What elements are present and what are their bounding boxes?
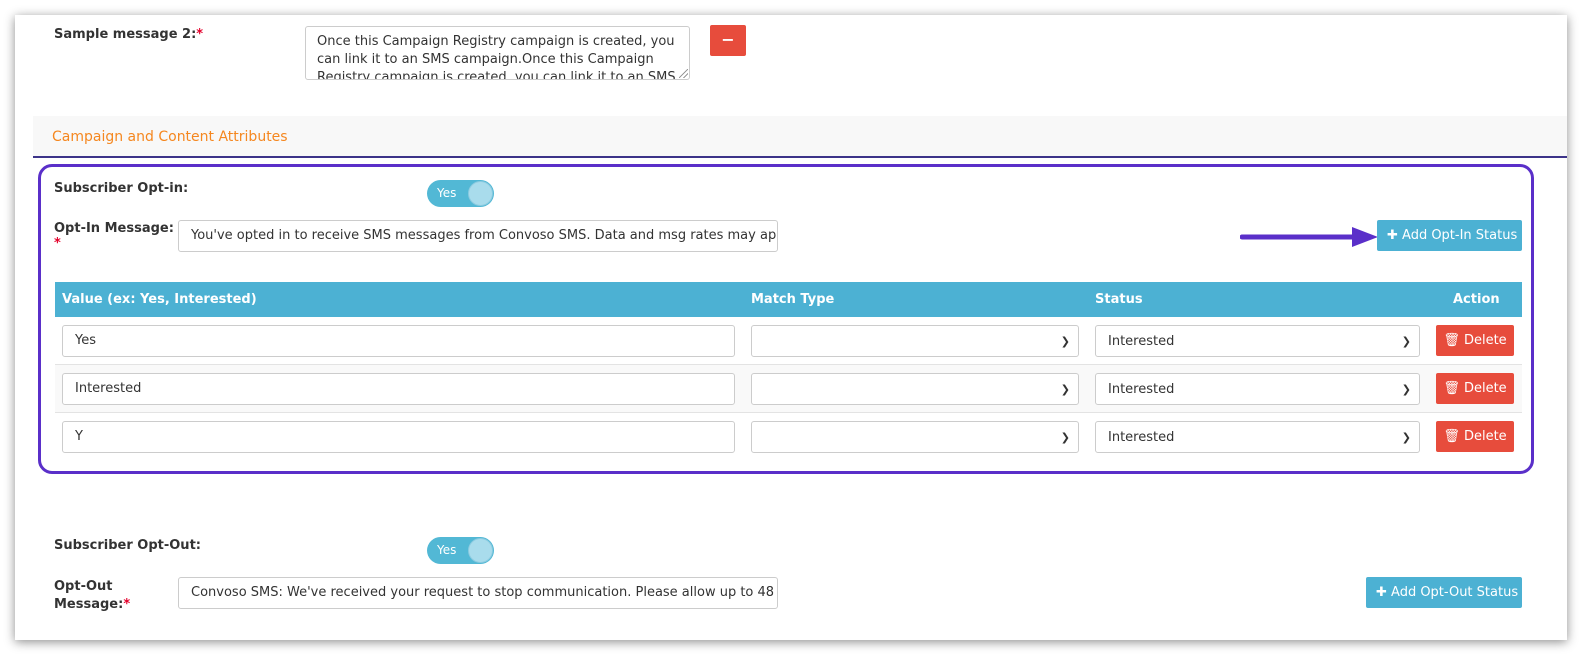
toggle-label: Yes [437, 543, 457, 557]
opt-in-message-input[interactable]: You've opted in to receive SMS messages … [178, 220, 778, 252]
arrow-annotation-icon [1240, 227, 1378, 247]
column-header-status: Status [1095, 292, 1143, 307]
status-value: Interested [1108, 382, 1175, 397]
subscriber-opt-in-toggle[interactable]: Yes [427, 180, 494, 207]
table-row: Interested ❯ Interested ❯ 🗑 Delete [55, 365, 1522, 413]
chevron-down-icon: ❯ [1401, 431, 1411, 444]
subscriber-opt-out-toggle[interactable]: Yes [427, 537, 494, 564]
chevron-down-icon: ❯ [1401, 335, 1411, 348]
chevron-down-icon: ❯ [1060, 431, 1070, 444]
match-type-select[interactable]: ❯ [751, 325, 1079, 357]
subscriber-opt-out-label: Subscriber Opt-Out: [54, 538, 201, 553]
form-panel: Sample message 2:* Once this Campaign Re… [15, 15, 1567, 640]
resize-handle-icon[interactable] [679, 69, 688, 78]
sample-message-2-label: Sample message 2:* [54, 27, 204, 42]
sample-message-2-text: Once this Campaign Registry campaign is … [317, 34, 676, 80]
section-header-campaign-content-attributes: Campaign and Content Attributes [33, 116, 1567, 158]
add-opt-out-status-button[interactable]: ✚ Add Opt-Out Status [1366, 577, 1522, 608]
table-row: Y ❯ Interested ❯ 🗑 Delete [55, 413, 1522, 461]
toggle-label: Yes [437, 186, 457, 200]
match-type-select[interactable]: ❯ [751, 373, 1079, 405]
chevron-down-icon: ❯ [1060, 383, 1070, 396]
delete-button[interactable]: 🗑 Delete [1436, 373, 1514, 404]
opt-out-message-label: Opt-Out Message:* [54, 579, 131, 612]
value-input[interactable]: Yes [62, 325, 735, 357]
toggle-knob [468, 538, 493, 563]
chevron-down-icon: ❯ [1401, 383, 1411, 396]
delete-button[interactable]: 🗑 Delete [1436, 325, 1514, 356]
value-input[interactable]: Y [62, 421, 735, 453]
value-input[interactable]: Interested [62, 373, 735, 405]
section-title: Campaign and Content Attributes [52, 129, 288, 145]
opt-in-message-label: Opt-In Message: * [54, 221, 174, 251]
status-value: Interested [1108, 334, 1175, 349]
status-select[interactable]: Interested ❯ [1095, 421, 1420, 453]
status-select[interactable]: Interested ❯ [1095, 373, 1420, 405]
column-header-match-type: Match Type [751, 292, 835, 307]
opt-in-status-table-header: Value (ex: Yes, Interested) Match Type S… [55, 282, 1522, 317]
sample-message-2-textarea[interactable]: Once this Campaign Registry campaign is … [305, 26, 690, 80]
toggle-knob [468, 181, 493, 206]
status-value: Interested [1108, 430, 1175, 445]
match-type-select[interactable]: ❯ [751, 421, 1079, 453]
status-select[interactable]: Interested ❯ [1095, 325, 1420, 357]
chevron-down-icon: ❯ [1060, 335, 1070, 348]
opt-out-message-input[interactable]: Convoso SMS: We've received your request… [178, 577, 778, 609]
column-header-value: Value (ex: Yes, Interested) [62, 292, 257, 307]
remove-sample-message-button[interactable]: − [710, 25, 746, 56]
add-opt-in-status-button[interactable]: ✚ Add Opt-In Status [1377, 220, 1522, 251]
column-header-action: Action [1453, 292, 1500, 307]
subscriber-opt-in-label: Subscriber Opt-in: [54, 181, 189, 196]
delete-button[interactable]: 🗑 Delete [1436, 421, 1514, 452]
table-row: Yes ❯ Interested ❯ 🗑 Delete [55, 317, 1522, 365]
